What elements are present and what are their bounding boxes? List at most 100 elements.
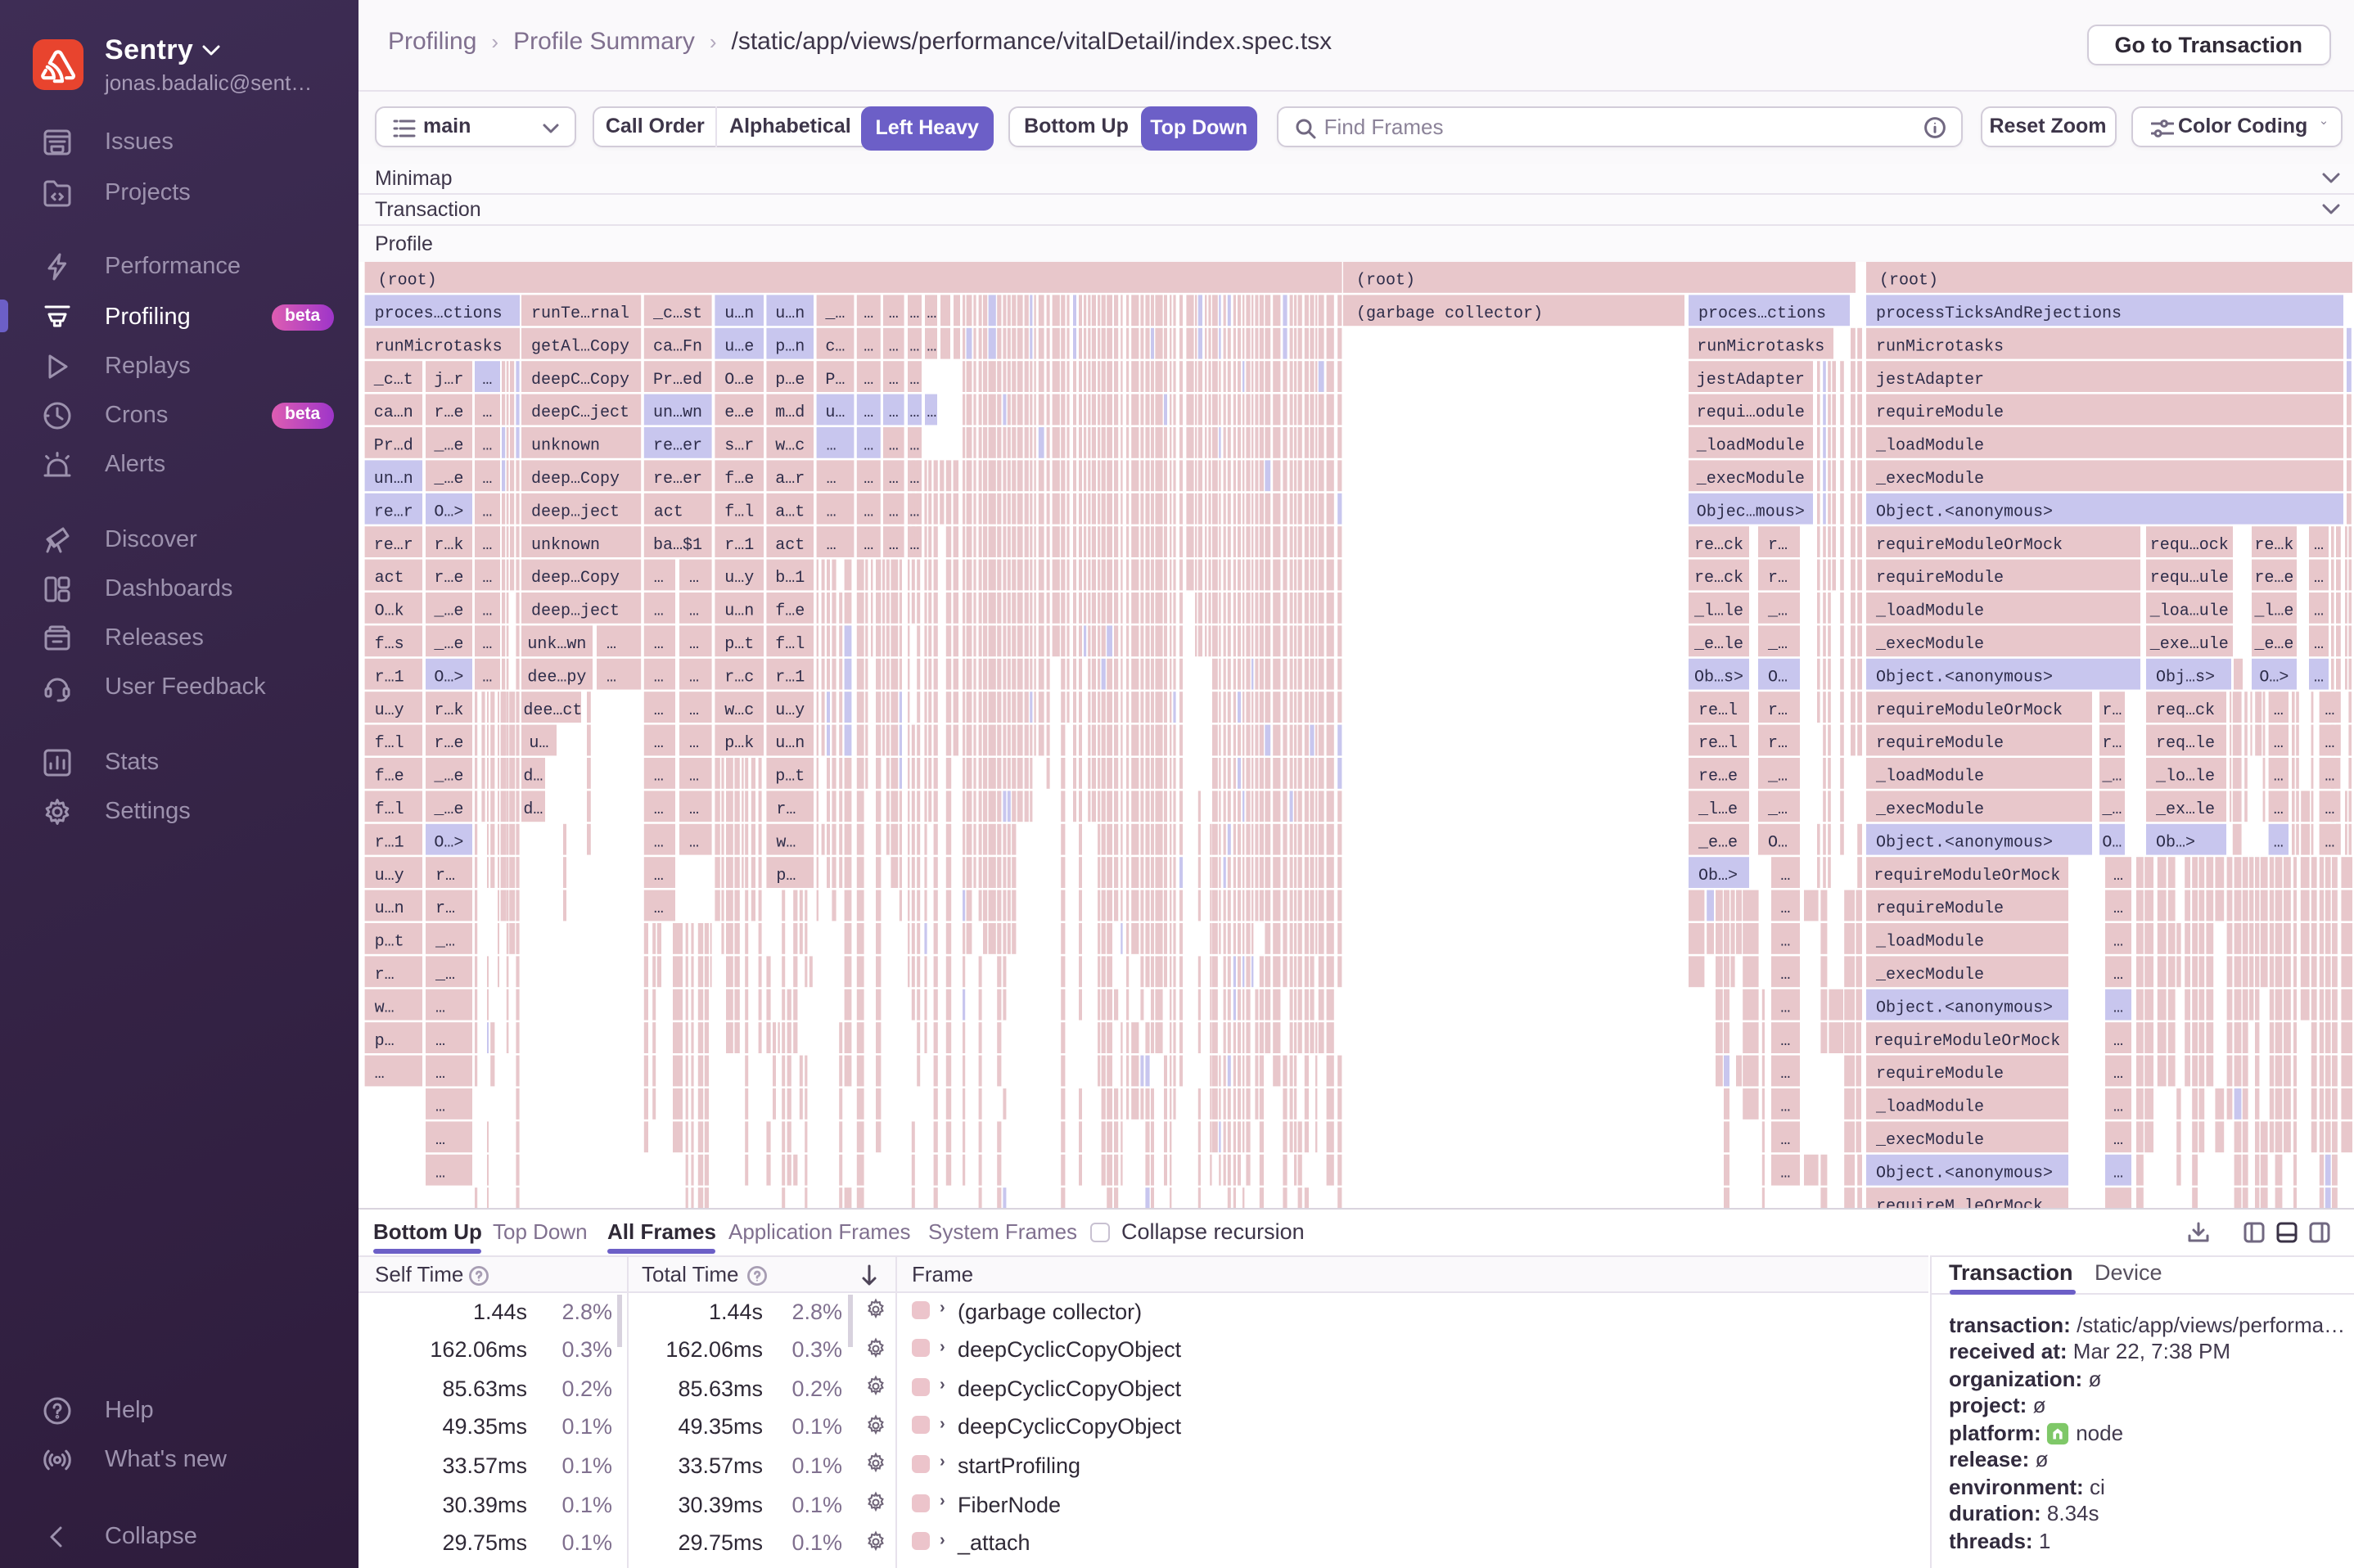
- svg-text:requireModuleOrMock: requireModuleOrMock: [1874, 866, 2060, 885]
- svg-text:…: …: [689, 701, 699, 719]
- svg-text:Object.<anonymous>: Object.<anonymous>: [1876, 502, 2053, 520]
- svg-text:…: …: [2314, 667, 2324, 686]
- svg-text:m…d: m…d: [775, 403, 805, 421]
- svg-text:…: …: [1780, 1064, 1790, 1083]
- svg-text:Object.<anonymous>: Object.<anonymous>: [1876, 667, 2053, 686]
- svg-text:processTicksAndRejections: processTicksAndRejections: [1876, 304, 2122, 322]
- svg-text:u…n: u…n: [375, 899, 404, 917]
- svg-text:p…e: p…e: [775, 370, 805, 389]
- svg-text:…: …: [889, 502, 899, 520]
- svg-text:…: …: [2325, 701, 2334, 719]
- svg-text:…: …: [1780, 1163, 1790, 1182]
- svg-text:…: …: [909, 502, 919, 520]
- svg-text:_loadModule: _loadModule: [1696, 436, 1805, 455]
- svg-text:r…: r…: [1768, 568, 1788, 587]
- svg-text:_…: _…: [435, 932, 455, 951]
- svg-text:_loadModule: _loadModule: [1875, 1097, 1984, 1116]
- svg-text:…: …: [2314, 535, 2324, 554]
- svg-text:re…ck: re…ck: [1694, 568, 1743, 587]
- svg-text:…: …: [654, 602, 664, 620]
- svg-text:_c…t: _c…t: [373, 370, 413, 389]
- svg-text:_lo…le: _lo…le: [2155, 767, 2215, 786]
- svg-text:…: …: [909, 535, 919, 554]
- svg-text:r…: r…: [375, 965, 395, 984]
- svg-text:…: …: [2113, 866, 2123, 885]
- svg-text:deep…Copy: deep…Copy: [531, 568, 620, 587]
- svg-text:…: …: [435, 1097, 445, 1116]
- svg-text:_loa…ule: _loa…ule: [2149, 602, 2229, 620]
- svg-text:…: …: [482, 403, 492, 421]
- svg-text:…: …: [909, 469, 919, 488]
- svg-text:…: …: [689, 767, 699, 786]
- svg-text:…: …: [909, 436, 919, 455]
- svg-text:f…l: f…l: [775, 634, 805, 653]
- svg-text:…: …: [1780, 1031, 1790, 1050]
- svg-text:_e…e: _e…e: [2253, 634, 2293, 653]
- svg-text:…: …: [435, 1163, 445, 1182]
- svg-text:Ob…s>: Ob…s>: [1694, 667, 1743, 686]
- svg-text:requireModuleOrMock: requireModuleOrMock: [1876, 701, 2063, 719]
- svg-text:d…: d…: [523, 767, 543, 786]
- svg-text:r…k: r…k: [434, 535, 463, 554]
- svg-text:d…: d…: [523, 800, 543, 818]
- svg-text:(root): (root): [1356, 271, 1415, 290]
- svg-text:_ex…le: _ex…le: [2155, 800, 2215, 818]
- svg-text:runMicrotasks: runMicrotasks: [375, 336, 503, 355]
- svg-text:re…r: re…r: [374, 535, 413, 554]
- svg-text:…: …: [909, 336, 919, 355]
- svg-text:…: …: [654, 667, 664, 686]
- svg-text:_exe…ule: _exe…ule: [2149, 634, 2229, 653]
- svg-text:re…er: re…er: [653, 469, 702, 488]
- svg-text:…: …: [909, 403, 919, 421]
- svg-text:…: …: [482, 502, 492, 520]
- svg-text:un…wn: un…wn: [653, 403, 702, 421]
- svg-text:requ…ock: requ…ock: [2150, 535, 2229, 554]
- svg-text:ba…$1: ba…$1: [653, 535, 702, 554]
- svg-text:runTe…rnal: runTe…rnal: [531, 304, 629, 322]
- svg-text:dee…ct: dee…ct: [523, 701, 582, 719]
- svg-text:Object.<anonymous>: Object.<anonymous>: [1876, 998, 2053, 1016]
- svg-text:…: …: [2325, 832, 2334, 851]
- svg-text:…: …: [2325, 800, 2334, 818]
- svg-text:w…: w…: [776, 832, 796, 851]
- svg-text:…: …: [2113, 1097, 2123, 1116]
- svg-text:runMicrotasks: runMicrotasks: [1876, 336, 2004, 355]
- svg-text:r…1: r…1: [724, 535, 754, 554]
- svg-text:c…: c…: [825, 336, 845, 355]
- svg-text:…: …: [689, 634, 699, 653]
- svg-text:a…t: a…t: [775, 502, 805, 520]
- svg-text:act: act: [775, 535, 805, 554]
- svg-text:…: …: [927, 336, 936, 355]
- svg-text:p…t: p…t: [724, 634, 754, 653]
- svg-text:…: …: [864, 336, 873, 355]
- svg-text:…: …: [654, 899, 664, 917]
- svg-text:deepC…ject: deepC…ject: [531, 403, 629, 421]
- svg-text:deep…ject: deep…ject: [531, 502, 620, 520]
- svg-text:…: …: [654, 832, 664, 851]
- svg-text:_execModule: _execModule: [1875, 634, 1984, 653]
- svg-text:_…: _…: [1767, 767, 1788, 786]
- svg-text:requ…ule: requ…ule: [2150, 568, 2229, 587]
- svg-text:p…k: p…k: [724, 733, 754, 752]
- svg-text:…: …: [2113, 1064, 2123, 1083]
- svg-text:u…n: u…n: [775, 733, 805, 752]
- svg-text:r…k: r…k: [434, 701, 463, 719]
- svg-text:r…: r…: [435, 866, 455, 885]
- svg-text:r…: r…: [1768, 535, 1788, 554]
- svg-text:…: …: [827, 502, 837, 520]
- svg-text:…: …: [689, 832, 699, 851]
- svg-text:…: …: [864, 469, 873, 488]
- svg-text:…: …: [2113, 1031, 2123, 1050]
- svg-text:…: …: [2113, 1130, 2123, 1149]
- svg-text:req…ck: req…ck: [2156, 701, 2215, 719]
- svg-text:…: …: [927, 304, 936, 322]
- svg-text:_loadModule: _loadModule: [1875, 436, 1984, 455]
- svg-text:…: …: [2274, 767, 2284, 786]
- svg-text:O…: O…: [2102, 832, 2122, 851]
- svg-text:…: …: [827, 535, 837, 554]
- svg-text:…: …: [654, 701, 664, 719]
- svg-text:O…e: O…e: [724, 370, 754, 389]
- svg-text:act: act: [375, 568, 404, 587]
- svg-text:re…e: re…e: [2254, 568, 2293, 587]
- svg-text:u…n: u…n: [775, 304, 805, 322]
